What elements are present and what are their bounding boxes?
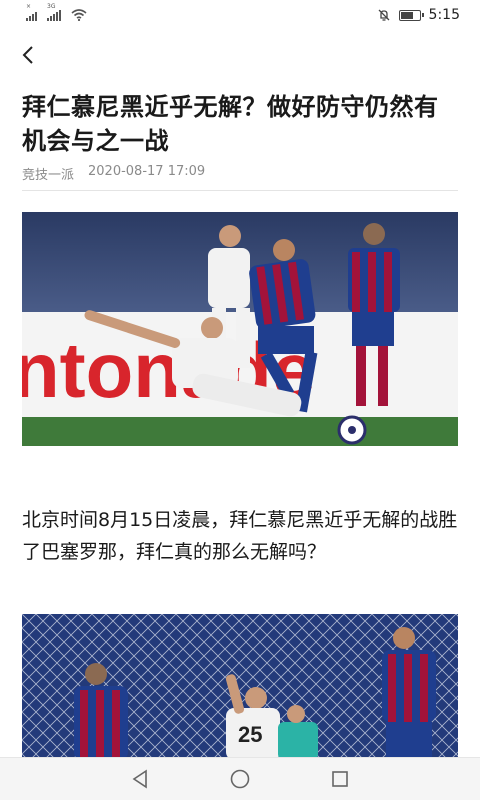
system-nav-bar <box>0 757 480 800</box>
system-home-button[interactable] <box>225 764 255 794</box>
soccer-goal-photo: 25 <box>22 614 458 760</box>
signal-tag: × <box>26 3 32 10</box>
battery-icon <box>398 9 424 21</box>
signal-3g-icon: 3G <box>47 3 61 21</box>
system-back-button[interactable] <box>125 764 155 794</box>
article-title: 拜仁慕尼黑近乎无解？做好防守仍然有机会与之一战 <box>22 93 439 155</box>
article-meta: 竞技一派 2020-08-17 17:09 <box>22 164 205 183</box>
svg-text:25: 25 <box>238 722 262 747</box>
status-time: 5:15 <box>428 7 460 23</box>
article-paragraph-1: 北京时间8月15日凌晨，拜仁慕尼黑近乎无解的战胜了巴塞罗那，拜仁真的那么无解吗？ <box>22 509 458 563</box>
back-button[interactable] <box>14 40 42 70</box>
wifi-icon <box>71 9 87 21</box>
square-recents-icon <box>332 771 348 787</box>
divider <box>22 190 458 191</box>
signal-icon: × <box>26 3 37 21</box>
status-bar: × 3G 5:15 <box>0 0 480 30</box>
system-recents-button[interactable] <box>325 764 355 794</box>
signal-3g-tag: 3G <box>47 3 56 10</box>
triangle-back-icon <box>132 769 147 789</box>
battery-fill <box>400 11 413 19</box>
chevron-left-icon <box>22 46 33 64</box>
article-photo-1[interactable]: ntonade <box>22 212 458 446</box>
article-photo-2[interactable]: 25 <box>22 614 458 760</box>
mute-bell-icon <box>378 9 390 21</box>
status-right: 5:15 <box>377 7 460 23</box>
soccer-match-photo: ntonade <box>22 212 458 446</box>
status-left: × 3G <box>26 3 87 21</box>
circle-home-icon <box>230 769 250 789</box>
article-date: 2020-08-17 17:09 <box>88 164 206 179</box>
article-source[interactable]: 竞技一派 <box>22 164 74 183</box>
